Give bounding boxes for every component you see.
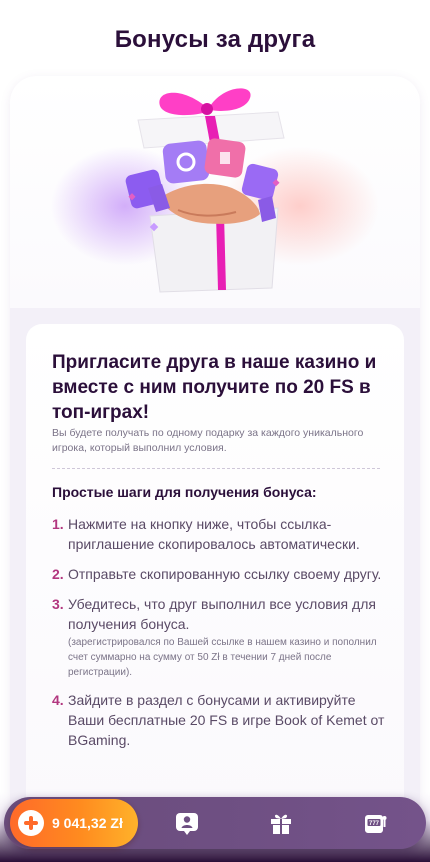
- list-item: 3. Убедитесь, что друг выполнил все усло…: [52, 594, 392, 680]
- step-text: Нажмите на кнопку ниже, чтобы ссылка-при…: [68, 516, 360, 552]
- step-number: 3.: [52, 596, 64, 612]
- profile-icon[interactable]: [174, 810, 200, 836]
- gift-handshake-illustration: [125, 88, 285, 293]
- page-title: Бонусы за друга: [114, 26, 316, 53]
- hero-banner: [10, 76, 420, 308]
- svg-text:777: 777: [369, 821, 380, 827]
- deposit-balance-button[interactable]: 9 041,32 Zł: [10, 799, 138, 847]
- step-text: Зайдите в раздел с бонусами и активируйт…: [68, 692, 385, 748]
- balance-amount: 9 041,32 Zł: [52, 815, 123, 831]
- step-number: 1.: [52, 516, 64, 532]
- promo-headline: Пригласите друга в наше казино и вместе …: [52, 352, 377, 423]
- list-item: 4. Зайдите в раздел с бонусами и активир…: [52, 690, 392, 750]
- step-note: (зарегистрировался по Вашей ссылке в наш…: [68, 637, 377, 678]
- list-item: 2. Отправьте скопированную ссылку своему…: [52, 564, 392, 584]
- plus-icon: [18, 810, 44, 836]
- referral-info-card: Пригласите друга в наше казино и вместе …: [26, 324, 404, 862]
- step-text: Убедитесь, что друг выполнил все условия…: [68, 596, 376, 632]
- list-item: 1. Нажмите на кнопку ниже, чтобы ссылка-…: [52, 514, 392, 554]
- referral-card: Пригласите друга в наше казино и вместе …: [10, 76, 420, 862]
- gift-icon[interactable]: [268, 810, 294, 836]
- divider: [52, 468, 380, 469]
- promo-subtext: Вы будете получать по одному подарку за …: [52, 427, 364, 454]
- step-number: 2.: [52, 566, 64, 582]
- step-number: 4.: [52, 692, 64, 708]
- slot-machine-icon[interactable]: 777: [362, 810, 388, 836]
- steps-list: 1. Нажмите на кнопку ниже, чтобы ссылка-…: [52, 514, 392, 760]
- steps-title: Простые шаги для получения бонуса:: [52, 484, 317, 500]
- step-text: Отправьте скопированную ссылку своему др…: [68, 566, 382, 582]
